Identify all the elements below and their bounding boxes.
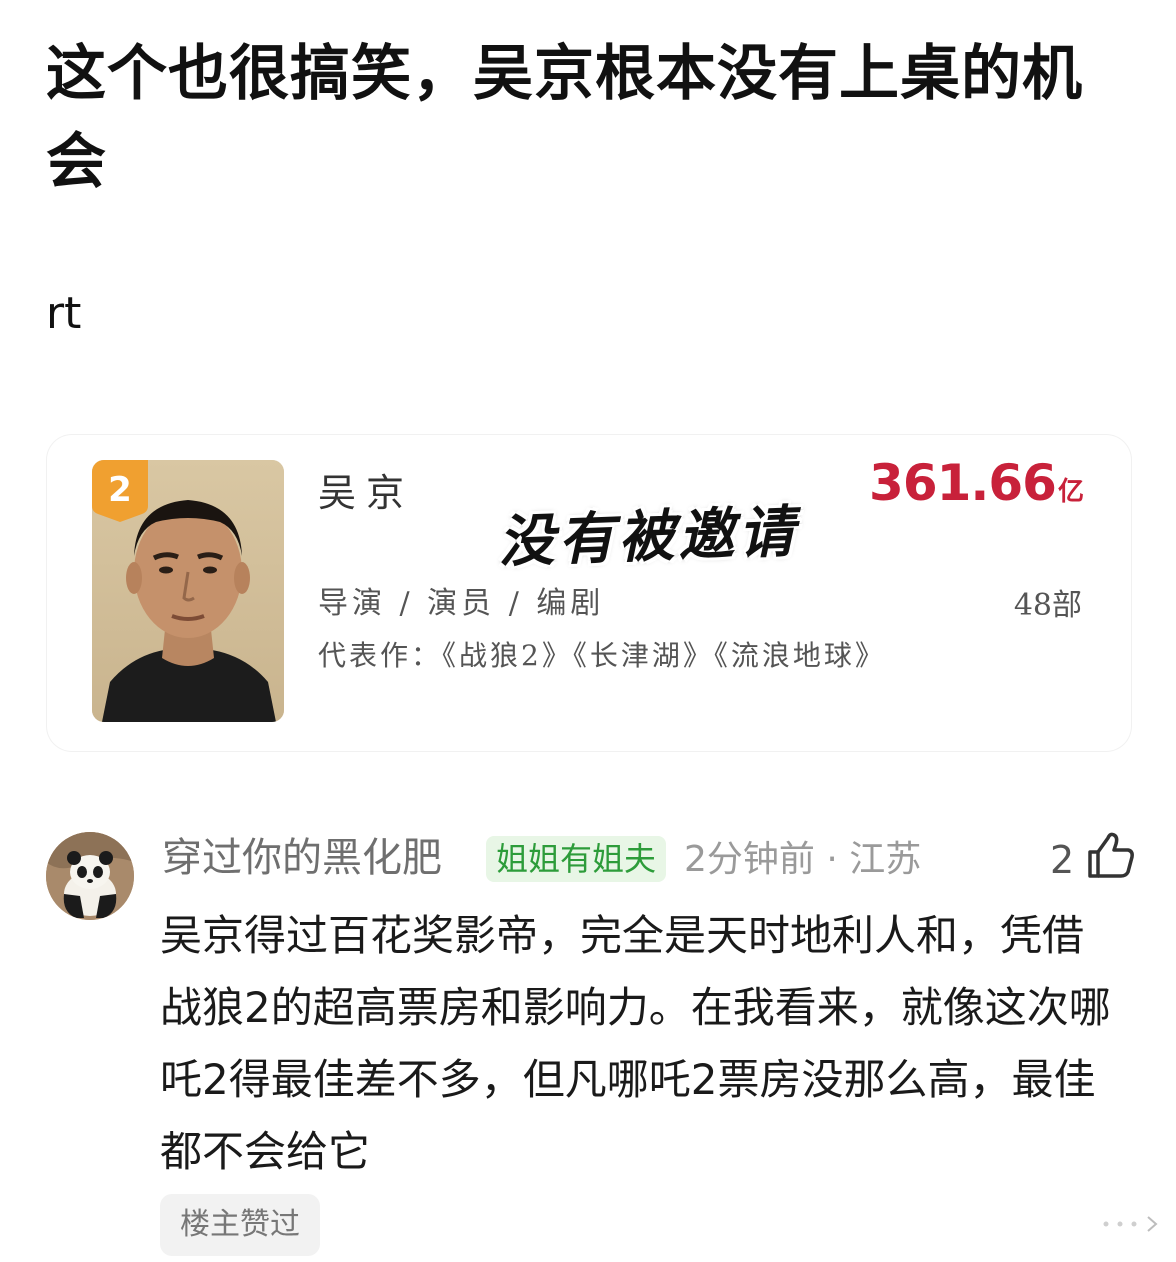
- box-office-unit: 亿: [1057, 477, 1084, 507]
- actor-roles: 导演 / 演员 / 编剧: [318, 586, 605, 621]
- ellipsis-icon[interactable]: [852, 1212, 1166, 1236]
- actor-name: 吴京: [318, 471, 415, 515]
- post-title: 这个也很搞笑，吴京根本没有上桌的机会: [46, 39, 1083, 197]
- actor-photo: 2: [92, 460, 284, 722]
- commenter-badge: 姐姐有姐夫: [486, 836, 667, 882]
- embedded-image-card[interactable]: 2 吴京 没有被邀请 361.66亿 导演 / 演员 / 编剧 48部 代表作：…: [46, 434, 1132, 752]
- rank-badge-icon: 2: [92, 460, 148, 522]
- works-count: 48部: [1013, 588, 1082, 623]
- box-office-value: 361.66: [869, 454, 1057, 512]
- rank-number: 2: [108, 470, 132, 510]
- representative-works: 代表作：《战狼2》《长津湖》《流浪地球》: [318, 639, 886, 672]
- thumbs-up-icon[interactable]: [1086, 830, 1136, 880]
- commenter-avatar[interactable]: [46, 832, 134, 920]
- post-body: rt: [46, 288, 82, 339]
- op-liked-tag: 楼主赞过: [160, 1194, 320, 1256]
- comment-text: 吴京得过百花奖影帝，完全是天时地利人和，凭借战狼2的超高票房和影响力。在我看来，…: [160, 911, 1111, 1176]
- box-office-total: 361.66亿: [869, 454, 1084, 512]
- comment-meta: 2分钟前 · 江苏: [684, 839, 922, 880]
- commenter-username[interactable]: 穿过你的黑化肥: [162, 830, 442, 886]
- not-invited-stamp: 没有被邀请: [497, 498, 800, 576]
- like-count: 2: [1050, 838, 1075, 882]
